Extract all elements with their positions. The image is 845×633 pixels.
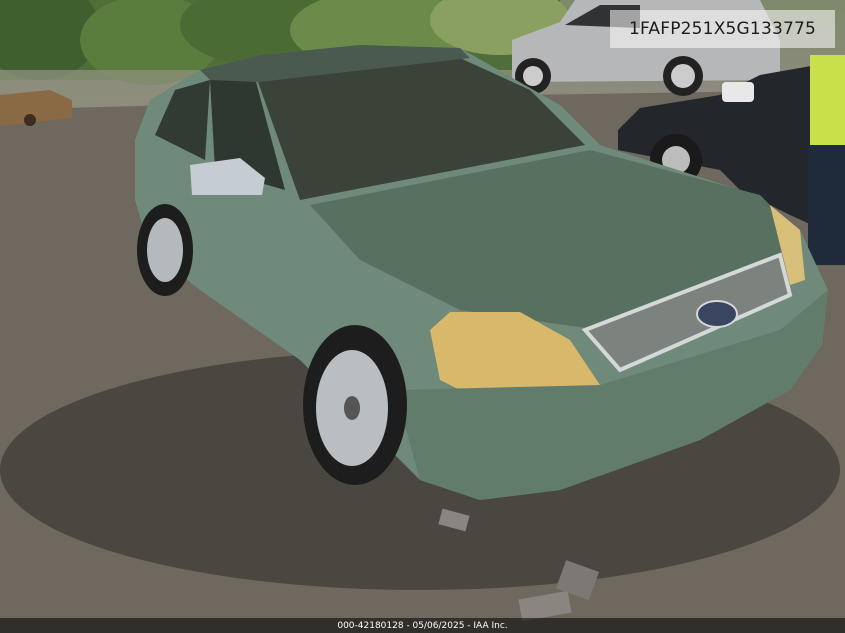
vin-overlay: 1FAFP251X5G133775 (610, 10, 835, 48)
vehicle-photo: 1FAFP251X5G133775 000-42180128 - 05/06/2… (0, 0, 845, 633)
footer-caption: 000-42180128 - 05/06/2025 - IAA Inc. (337, 620, 508, 631)
vehicle-scene (0, 0, 845, 633)
footer-caption-bar: 000-42180128 - 05/06/2025 - IAA Inc. (0, 618, 845, 633)
worker (808, 55, 845, 265)
